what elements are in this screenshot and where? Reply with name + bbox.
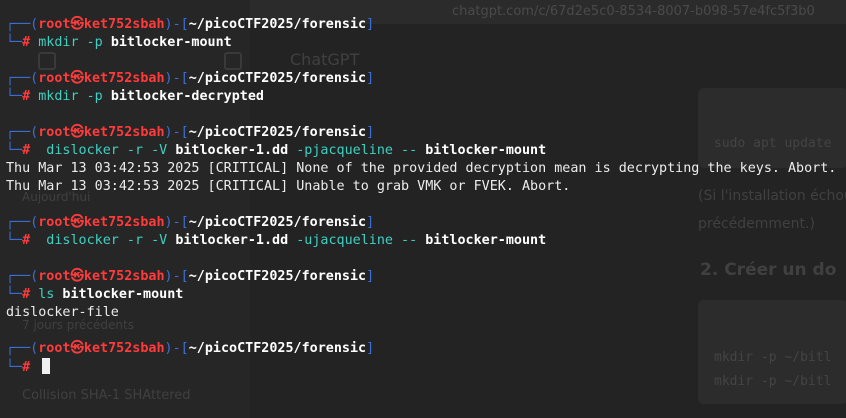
prompt-frame: └─ xyxy=(6,287,23,302)
prompt-frame: )-[ xyxy=(164,125,189,140)
terminal-cursor[interactable] xyxy=(42,358,51,374)
prompt-symbol: # xyxy=(22,35,31,50)
command-name: mkdir xyxy=(38,89,79,104)
command-argument: bitlocker-mount xyxy=(425,143,547,158)
prompt-symbol: # xyxy=(22,233,31,248)
command-option: -p xyxy=(78,35,111,50)
prompt-path: ~/picoCTF2025/forensic xyxy=(188,125,367,140)
prompt-path: ~/picoCTF2025/forensic xyxy=(188,269,367,284)
prompt-frame: └─ xyxy=(6,35,23,50)
prompt-symbol: # xyxy=(22,360,31,375)
prompt-user-host: root㉿ket752sbah xyxy=(38,215,165,230)
prompt-symbol: # xyxy=(22,89,31,104)
command-option: -p xyxy=(78,89,111,104)
prompt-header: ┌──(root㉿ket752sbah)-[~/picoCTF2025/fore… xyxy=(6,124,846,142)
prompt-header: ┌──(root㉿ket752sbah)-[~/picoCTF2025/fore… xyxy=(6,70,846,88)
prompt-user-host: root㉿ket752sbah xyxy=(38,341,165,356)
prompt-frame: )-[ xyxy=(164,341,189,356)
command-argument: bitlocker-1.dd xyxy=(175,233,289,248)
prompt-symbol: # xyxy=(22,143,31,158)
command-name: mkdir xyxy=(38,35,79,50)
command-output: dislocker-file xyxy=(6,305,119,320)
command-argument: bitlocker-mount xyxy=(110,35,232,50)
prompt-frame: ] xyxy=(366,17,375,32)
prompt-header: ┌──(root㉿ket752sbah)-[~/picoCTF2025/fore… xyxy=(6,16,846,34)
prompt-path: ~/picoCTF2025/forensic xyxy=(188,17,367,32)
command-line: └─# ls bitlocker-mount xyxy=(6,286,846,304)
prompt-user-host: root㉿ket752sbah xyxy=(38,269,165,284)
prompt-header: ┌──(root㉿ket752sbah)-[~/picoCTF2025/fore… xyxy=(6,268,846,286)
command-argument: bitlocker-1.dd xyxy=(175,143,289,158)
command-argument: bitlocker-mount xyxy=(54,287,184,302)
prompt-frame: ] xyxy=(366,269,375,284)
prompt-frame: ] xyxy=(366,71,375,86)
prompt-user-host: root㉿ket752sbah xyxy=(38,125,165,140)
prompt-frame: )-[ xyxy=(164,215,189,230)
prompt-frame: ┌──( xyxy=(6,125,39,140)
prompt-path: ~/picoCTF2025/forensic xyxy=(188,71,367,86)
prompt-frame: ] xyxy=(366,215,375,230)
command-line: └─# dislocker -r -V bitlocker-1.dd -pjac… xyxy=(6,142,846,160)
command-name: dislocker xyxy=(38,233,119,248)
command-argument: bitlocker-decrypted xyxy=(110,89,264,104)
prompt-frame: )-[ xyxy=(164,71,189,86)
prompt-frame: └─ xyxy=(6,233,23,248)
command-line: └─# mkdir -p bitlocker-mount xyxy=(6,34,846,52)
prompt-frame: └─ xyxy=(6,89,23,104)
prompt-path: ~/picoCTF2025/forensic xyxy=(188,215,367,230)
prompt-frame: └─ xyxy=(6,360,23,375)
prompt-frame: )-[ xyxy=(164,17,189,32)
command-argument: bitlocker-mount xyxy=(425,233,547,248)
prompt-frame: └─ xyxy=(6,143,23,158)
prompt-header: ┌──(root㉿ket752sbah)-[~/picoCTF2025/fore… xyxy=(6,340,846,358)
terminal-window[interactable]: ┌──(root㉿ket752sbah)-[~/picoCTF2025/fore… xyxy=(0,0,846,418)
command-line: └─# mkdir -p bitlocker-decrypted xyxy=(6,88,846,106)
command-name: dislocker xyxy=(38,143,119,158)
command-line: └─# xyxy=(6,358,846,376)
prompt-frame: ] xyxy=(366,341,375,356)
prompt-header: ┌──(root㉿ket752sbah)-[~/picoCTF2025/fore… xyxy=(6,214,846,232)
command-option: -r -V xyxy=(118,143,176,158)
command-option: -r -V xyxy=(118,233,176,248)
command-line: └─# dislocker -r -V bitlocker-1.dd -ujac… xyxy=(6,232,846,250)
command-output: Thu Mar 13 03:42:53 2025 [CRITICAL] Unab… xyxy=(6,179,571,194)
prompt-frame: ] xyxy=(366,125,375,140)
prompt-frame: )-[ xyxy=(164,269,189,284)
prompt-path: ~/picoCTF2025/forensic xyxy=(188,341,367,356)
prompt-frame: ┌──( xyxy=(6,341,39,356)
prompt-symbol: # xyxy=(22,287,31,302)
command-name: ls xyxy=(38,287,55,302)
prompt-user-host: root㉿ket752sbah xyxy=(38,71,165,86)
command-option: -pjacqueline -- xyxy=(288,143,426,158)
command-option: -ujacqueline -- xyxy=(288,233,426,248)
prompt-frame: ┌──( xyxy=(6,215,39,230)
prompt-frame: ┌──( xyxy=(6,269,39,284)
command-output: Thu Mar 13 03:42:53 2025 [CRITICAL] None… xyxy=(6,161,837,176)
prompt-frame: ┌──( xyxy=(6,17,39,32)
prompt-user-host: root㉿ket752sbah xyxy=(38,17,165,32)
prompt-frame: ┌──( xyxy=(6,71,39,86)
